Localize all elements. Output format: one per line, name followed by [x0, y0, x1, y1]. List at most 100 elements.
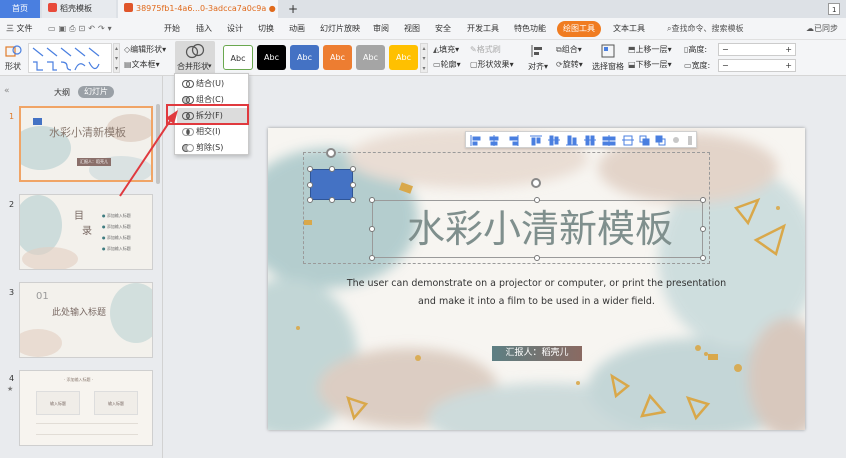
blue-rectangle-shape[interactable] [310, 169, 353, 200]
shape-gallery[interactable] [28, 43, 112, 73]
print-icon[interactable]: ⎙ [69, 24, 78, 33]
format-brush-button[interactable]: ✎格式刷 [470, 45, 501, 55]
width-increment-button[interactable]: + [785, 60, 792, 71]
tab-document-label: 38975fb1-4a6...0-3adcca7a0c9a [136, 4, 267, 13]
tab-slides[interactable]: 幻灯片 [78, 86, 114, 98]
fill-button[interactable]: ◭填充▾ [433, 45, 459, 55]
resize-handle[interactable] [350, 166, 356, 172]
annotation-arrow [119, 110, 178, 197]
edit-shape-button[interactable]: ◇编辑形状▾ [124, 45, 166, 55]
slide-thumbnail-4[interactable]: · 添加输入标题 · 输入标题 输入标题 [19, 370, 153, 446]
menu-item-union[interactable]: 结合(U) [177, 76, 247, 91]
resize-handle[interactable] [534, 197, 540, 203]
shape-style-gold[interactable]: Abc [389, 45, 418, 70]
align-button[interactable]: 对齐▾ [526, 42, 550, 74]
reporter-tag[interactable]: 汇报人：稻壳儿 [492, 346, 582, 361]
tab-template-label: 稻壳模板 [60, 4, 92, 13]
shape-tool-button[interactable]: 形状 [3, 42, 25, 74]
selection-pane-button[interactable]: 选择窗格 [592, 42, 624, 74]
shape-effect-button[interactable]: ▢形状效果▾ [470, 60, 514, 70]
shape-style-black[interactable]: Abc [257, 45, 286, 70]
merge-shape-button[interactable]: 合并形状 ▾ [175, 41, 215, 75]
resize-handle[interactable] [534, 255, 540, 261]
shape-style-white[interactable]: Abc [223, 45, 253, 70]
rotate-handle-icon[interactable] [326, 148, 336, 158]
slide-thumbnail-3[interactable]: 01 此处输入标题 [19, 282, 153, 358]
menu-item-combine-label: 组合(C) [196, 95, 224, 104]
collapse-panel-icon[interactable]: « [4, 86, 10, 96]
shape-style-blue[interactable]: Abc [290, 45, 319, 70]
menu-insert[interactable]: 插入 [196, 22, 212, 36]
cloud-icon: ☁ [806, 24, 814, 33]
menu-drawing-tools[interactable]: 绘图工具 [557, 21, 601, 37]
menu-file[interactable]: 三 文件 [6, 22, 33, 36]
slide-subtitle-line-2[interactable]: and make it into a film to be used in a … [268, 296, 805, 307]
preview-icon[interactable]: ⊡ [79, 24, 89, 33]
width-decrement-button[interactable]: − [722, 60, 729, 71]
sync-label: 已同步 [814, 24, 838, 33]
slide-thumbnail-2[interactable]: 目 录 ● 添加输入标题 ● 添加输入标题 ● 添加输入标题 ● 添加输入标题 [19, 194, 153, 270]
slide-title[interactable]: 水彩小清新模板 [380, 204, 700, 254]
resize-handle[interactable] [369, 226, 375, 232]
resize-handle[interactable] [329, 197, 335, 203]
new-tab-button[interactable]: + [282, 0, 300, 18]
more-icon[interactable]: ▾ [108, 24, 115, 33]
tab-template[interactable]: 稻壳模板 [42, 0, 116, 18]
resize-handle[interactable] [329, 166, 335, 172]
height-increment-button[interactable]: + [785, 44, 792, 55]
open-icon[interactable]: ▭ [48, 24, 59, 33]
style-gallery-scroll[interactable]: ▴ ▾ ▾ [420, 43, 428, 73]
resize-handle[interactable] [350, 197, 356, 203]
current-slide[interactable]: 水彩小清新模板 The user can demonstrate on a pr… [268, 128, 805, 430]
shape-style-orange[interactable]: Abc [323, 45, 352, 70]
menu-slideshow[interactable]: 幻灯片放映 [320, 22, 360, 36]
height-input[interactable]: − + [718, 43, 796, 56]
resize-handle[interactable] [700, 226, 706, 232]
tab-home[interactable]: 首页 [0, 0, 40, 18]
rotate-handle-icon[interactable] [531, 178, 541, 188]
menu-home[interactable]: 开始 [164, 22, 180, 36]
text-box-button[interactable]: ▤文本框▾ [124, 60, 160, 70]
slide-animation-icon: ★ [7, 385, 14, 393]
resize-handle[interactable] [307, 166, 313, 172]
tab-outline[interactable]: 大纲 [54, 87, 70, 98]
redo-icon[interactable]: ↷ [98, 24, 108, 33]
send-backward-icon: ⬓ [628, 60, 636, 69]
menu-transition[interactable]: 切换 [258, 22, 274, 36]
rotate-button[interactable]: ⟳旋转▾ [556, 60, 583, 70]
resize-handle[interactable] [369, 255, 375, 261]
menu-animation[interactable]: 动画 [289, 22, 305, 36]
unsaved-dot-icon: ● [268, 4, 276, 13]
resize-handle[interactable] [700, 255, 706, 261]
menu-security[interactable]: 安全 [435, 22, 451, 36]
menu-design[interactable]: 设计 [227, 22, 243, 36]
send-backward-button[interactable]: ⬓下移一层▾ [628, 60, 672, 70]
resize-handle[interactable] [307, 197, 313, 203]
align-distribute-icons[interactable] [466, 132, 698, 149]
sync-status[interactable]: ☁已同步 [806, 22, 838, 36]
menu-view[interactable]: 视图 [404, 22, 420, 36]
undo-icon[interactable]: ↶ [88, 24, 98, 33]
bring-forward-icon: ⬒ [628, 45, 636, 54]
menu-review[interactable]: 审阅 [373, 22, 389, 36]
width-input[interactable]: − + [718, 59, 796, 72]
slide-subtitle-line-1[interactable]: The user can demonstrate on a projector … [268, 278, 805, 289]
resize-handle[interactable] [350, 182, 356, 188]
menu-developer[interactable]: 开发工具 [467, 22, 499, 36]
bring-forward-button[interactable]: ⬒上移一层▾ [628, 45, 672, 55]
thumbnail-tag: 汇报人：稻壳儿 [77, 158, 111, 166]
search-box[interactable]: ⌕查找命令、搜索模板 [667, 22, 743, 36]
slide-number: 1 [9, 112, 15, 121]
resize-handle[interactable] [700, 197, 706, 203]
menu-text-tools[interactable]: 文本工具 [613, 22, 645, 36]
tab-document[interactable]: 38975fb1-4a6...0-3adcca7a0c9a ● [118, 0, 278, 18]
resize-handle[interactable] [369, 197, 375, 203]
gallery-scroll[interactable]: ▴ ▾ ▾ [113, 43, 120, 73]
menu-features[interactable]: 特色功能 [514, 22, 546, 36]
group-button[interactable]: ⧉组合▾ [556, 45, 582, 55]
save-icon[interactable]: ▣ [59, 24, 70, 33]
outline-button[interactable]: ▭轮廓▾ [433, 60, 461, 70]
height-decrement-button[interactable]: − [722, 44, 729, 55]
resize-handle[interactable] [307, 182, 313, 188]
shape-style-gray[interactable]: Abc [356, 45, 385, 70]
